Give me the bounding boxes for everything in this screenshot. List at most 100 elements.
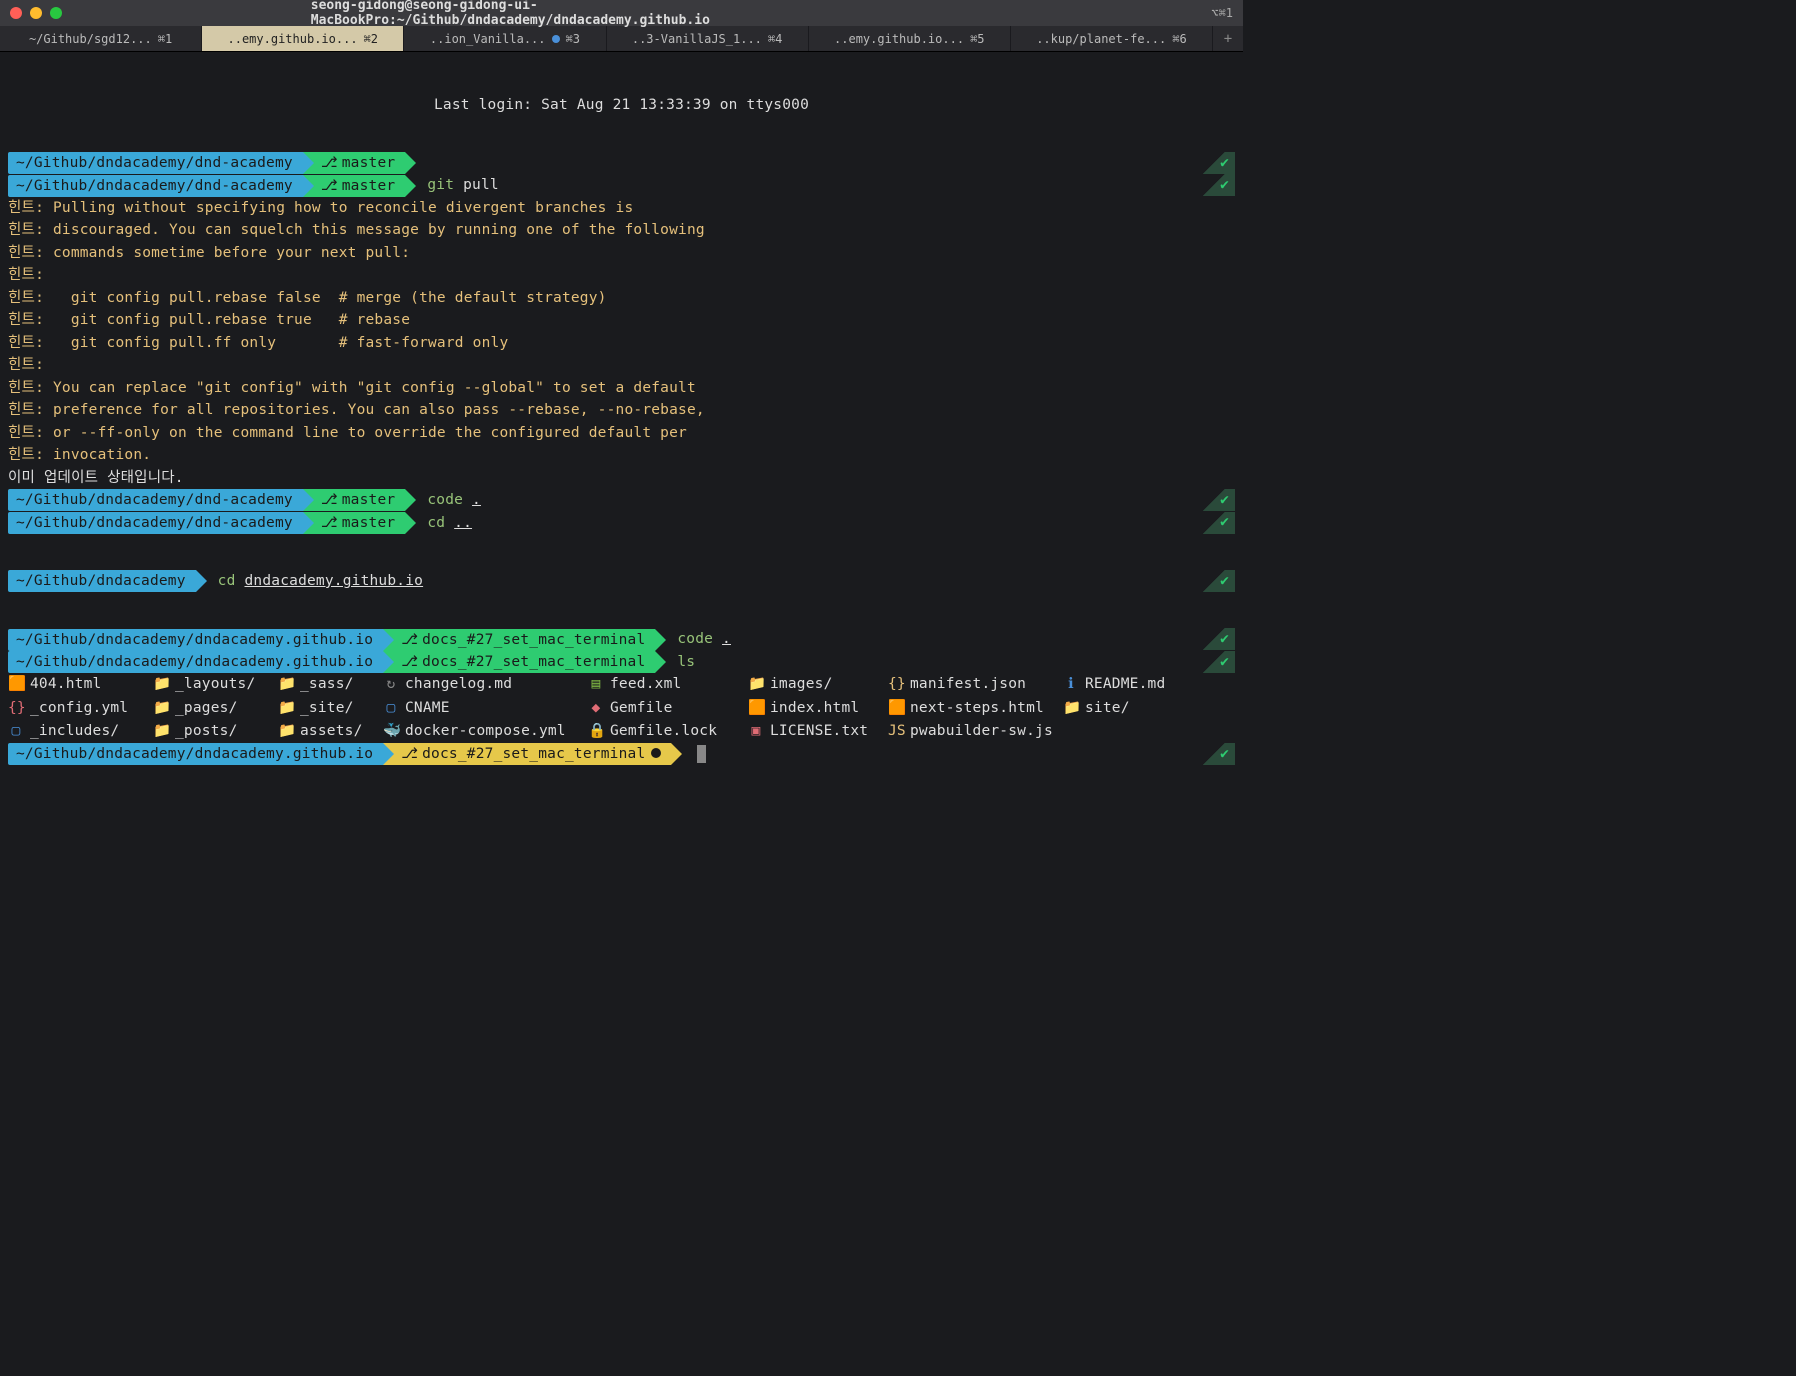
list-item: 📁_layouts/ (153, 673, 278, 695)
list-item: 🟧 next-steps.html (888, 697, 1063, 719)
file-name: assets/ (300, 720, 363, 742)
list-item: ▤feed.xml (588, 673, 748, 695)
list-item: 📁 site/ (1063, 697, 1235, 719)
tab-label: ..3-VanillaJS_1... (632, 32, 762, 46)
tab-label: ~/Github/sgd12... (29, 32, 152, 46)
list-item: 📁_sass/ (278, 673, 383, 695)
file-name: _site/ (300, 697, 354, 719)
file-icon: 📁 (153, 720, 169, 742)
minimize-icon[interactable] (30, 7, 42, 19)
prompt-line: ~/Github/dndacademy/dnd-academy ⎇master … (8, 152, 1235, 174)
prompt-line: ~/Github/dndacademy/dndacademy.github.io… (8, 651, 1235, 673)
cursor (697, 745, 706, 763)
file-name: _includes/ (30, 720, 119, 742)
prompt-line: ~/Github/dndacademy/dnd-academy ⎇master … (8, 174, 1235, 196)
list-item: ▣ LICENSE.txt (748, 720, 888, 742)
prompt-line-active[interactable]: ~/Github/dndacademy/dndacademy.github.io… (8, 743, 1235, 765)
file-name: changelog.md (405, 673, 512, 695)
dirty-icon (552, 35, 560, 43)
close-icon[interactable] (10, 7, 22, 19)
last-login: Last login: Sat Aug 21 13:33:39 on ttys0… (8, 94, 1235, 116)
dirty-icon (651, 748, 661, 758)
titlebar: seong-gidong@seong-gidong-ui-MacBookPro:… (0, 0, 1243, 26)
file-icon: 🔒 (588, 720, 604, 742)
list-item: 🟧 404.html (8, 673, 153, 695)
branch-segment-dirty: ⎇docs_#27_set_mac_terminal (383, 743, 671, 765)
list-item: ℹ README.md (1063, 673, 1235, 695)
tab-shortcut: ⌘1 (158, 32, 172, 46)
check-icon: ✔ (1203, 152, 1235, 174)
file-icon: JS (888, 720, 904, 742)
file-name: _config.yml (30, 697, 128, 719)
file-icon: 📁 (748, 673, 764, 695)
file-icon: 🟧 (748, 697, 764, 719)
branch-segment: ⎇master (303, 152, 406, 174)
file-name: _pages/ (175, 697, 238, 719)
file-icon: 📁 (278, 720, 294, 742)
list-item: 📁 _pages/ (153, 697, 278, 719)
check-icon: ✔ (1203, 174, 1235, 196)
prompt-line: ~/Github/dndacademy/dnd-academy ⎇master … (8, 512, 1235, 534)
tab[interactable]: ..3-VanillaJS_1... ⌘4 (607, 26, 809, 51)
file-icon: 📁 (1063, 697, 1079, 719)
tab-shortcut: ⌘5 (970, 32, 984, 46)
file-name: README.md (1085, 673, 1165, 695)
tab[interactable]: ..emy.github.io...⌘5 (809, 26, 1011, 51)
tab-shortcut: ⌘4 (768, 32, 782, 46)
file-name: feed.xml (610, 673, 681, 695)
file-name: Gemfile (610, 697, 673, 719)
list-item: ↻changelog.md (383, 673, 588, 695)
prompt-line: ~/Github/dndacademy/dndacademy.github.io… (8, 628, 1235, 650)
tabbar: ~/Github/sgd12... ⌘1 ..emy.github.io... ⌘2.… (0, 26, 1243, 52)
traffic-lights (10, 7, 62, 19)
file-name: images/ (770, 673, 833, 695)
tab-shortcut: ⌘6 (1172, 32, 1186, 46)
file-name: pwabuilder-sw.js (910, 720, 1053, 742)
tab[interactable]: ..emy.github.io... ⌘2 (202, 26, 404, 51)
titlebar-shortcut: ⌥⌘1 (1211, 6, 1233, 20)
file-icon: 📁 (278, 697, 294, 719)
list-item: {} manifest.json (888, 673, 1063, 695)
file-name: next-steps.html (910, 697, 1044, 719)
path-segment: ~/Github/dndacademy/dnd-academy (8, 152, 303, 174)
file-name: LICENSE.txt (770, 720, 868, 742)
file-name: manifest.json (910, 673, 1026, 695)
file-icon: 🟧 (888, 697, 904, 719)
window-title: seong-gidong@seong-gidong-ui-MacBookPro:… (311, 0, 933, 28)
file-icon: 📁 (153, 673, 169, 695)
prompt-line: ~/Github/dndacademy cd dndacademy.github… (8, 570, 1235, 592)
file-name: 404.html (30, 673, 101, 695)
prompt-line: ~/Github/dndacademy/dnd-academy ⎇master … (8, 489, 1235, 511)
list-item: 📁 assets/ (278, 720, 383, 742)
terminal-output[interactable]: Last login: Sat Aug 21 13:33:39 on ttys0… (0, 52, 1243, 773)
list-item: 📁 _site/ (278, 697, 383, 719)
file-icon: 📁 (153, 697, 169, 719)
list-item: ▢ _includes/ (8, 720, 153, 742)
file-name: Gemfile.lock (610, 720, 717, 742)
list-item: JS pwabuilder-sw.js (888, 720, 1063, 742)
file-icon: ▣ (748, 720, 764, 742)
tab[interactable]: ..ion_Vanilla...⌘3 (404, 26, 606, 51)
tab-label: ..emy.github.io... (228, 32, 358, 46)
file-name: site/ (1085, 697, 1130, 719)
tab-label: ..kup/planet-fe... (1036, 32, 1166, 46)
status-text: 이미 업데이트 상태입니다. (8, 467, 184, 489)
list-item: ▢ CNAME (383, 697, 588, 719)
file-icon: ▢ (383, 697, 399, 719)
file-icon: ℹ (1063, 673, 1079, 695)
file-name: CNAME (405, 697, 450, 719)
branch-icon: ⎇ (321, 155, 338, 171)
add-tab-button[interactable]: + (1213, 26, 1243, 51)
list-item: 🐳docker-compose.yml (383, 720, 588, 742)
file-icon: ▢ (8, 720, 24, 742)
list-item: 📁_posts/ (153, 720, 278, 742)
list-item: 🟧 index.html (748, 697, 888, 719)
zoom-icon[interactable] (50, 7, 62, 19)
tab[interactable]: ..kup/planet-fe... ⌘6 (1011, 26, 1213, 51)
file-icon: {} (888, 673, 904, 695)
file-name: index.html (770, 697, 859, 719)
tab[interactable]: ~/Github/sgd12... ⌘1 (0, 26, 202, 51)
tab-shortcut: ⌘2 (364, 32, 378, 46)
file-icon: 📁 (278, 673, 294, 695)
file-icon: 🟧 (8, 673, 24, 695)
